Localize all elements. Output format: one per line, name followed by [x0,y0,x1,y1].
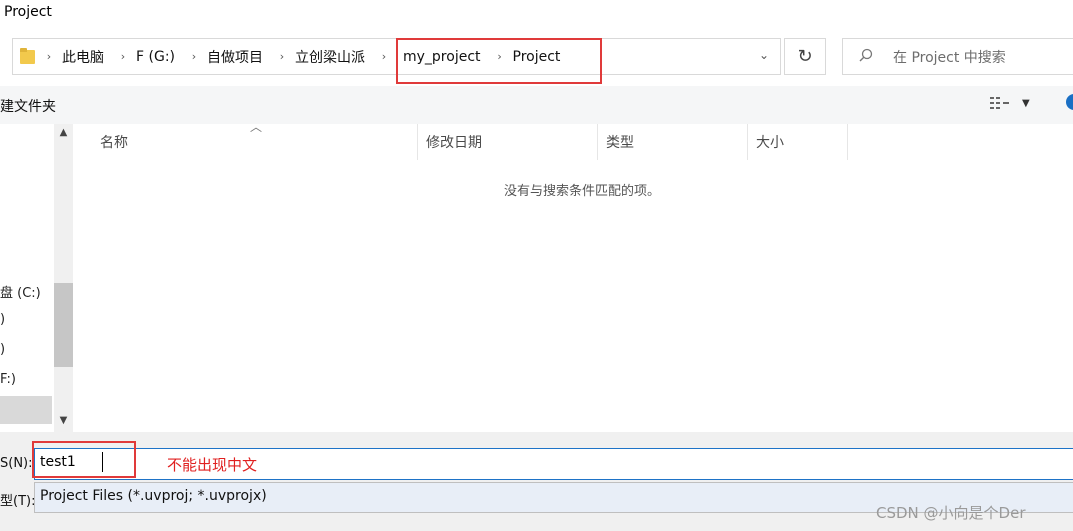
filetype-label: 型(T): [0,494,36,509]
column-type-label: 类型 [606,135,634,151]
column-size-label: 大小 [756,135,784,151]
refresh-button[interactable]: ↻ [784,38,826,75]
watermark: CSDN @小向是个Der [876,504,1026,522]
column-size[interactable]: 大小 [748,124,848,160]
chevron-right-icon[interactable]: › [38,50,60,63]
search-placeholder: 在 Project 中搜索 [893,49,1006,66]
empty-list-message: 没有与搜索条件匹配的项。 [504,184,661,199]
column-date-modified[interactable]: 修改日期 [418,124,598,160]
search-input[interactable]: 在 Project 中搜索 [842,38,1073,75]
filename-label: S(N): [0,456,33,471]
breadcrumb-item[interactable]: 此电脑 [60,47,112,67]
nav-selection [0,396,52,424]
breadcrumb-item[interactable]: F (G:) [134,49,183,65]
folder-icon [20,47,38,66]
highlight-box-path [396,38,602,84]
column-date-label: 修改日期 [426,135,482,151]
filetype-value: Project Files (*.uvproj; *.uvprojx) [40,488,267,504]
chevron-right-icon[interactable]: › [112,50,134,63]
breadcrumb-sep-0: › [38,39,60,74]
chevron-down-icon[interactable]: ▼ [1022,98,1030,109]
breadcrumb-item[interactable]: 自做项目 [205,47,271,67]
scrollbar-thumb[interactable] [54,283,73,367]
scroll-down-icon[interactable]: ▼ [54,415,73,426]
highlight-box-filename [32,441,136,478]
chevron-right-icon[interactable]: › [373,50,395,63]
annotation-note: 不能出现中文 [167,456,258,474]
window-title: Project [4,4,52,20]
chevron-down-icon[interactable]: ⌄ [756,48,772,64]
column-name-label: 名称 [100,135,128,151]
chevron-right-icon[interactable]: › [183,50,205,63]
nav-item-c-drive[interactable]: 盘 (C:) [0,282,41,301]
scroll-up-icon[interactable]: ▲ [54,127,73,138]
nav-item[interactable]: ) [0,342,5,357]
chevron-right-icon[interactable]: › [271,50,293,63]
refresh-icon: ↻ [797,46,813,67]
breadcrumb-item[interactable]: 立创梁山派 [293,47,373,67]
view-options-icon[interactable] [990,96,1012,114]
search-icon [859,48,879,66]
column-type[interactable]: 类型 [598,124,748,160]
nav-scrollbar[interactable] [54,124,73,432]
nav-item[interactable]: ) [0,312,5,327]
new-folder-button[interactable]: 建文件夹 [0,96,56,116]
nav-item-f-drive[interactable]: F:) [0,372,16,387]
toolbar [0,86,1073,124]
column-name[interactable]: 名称 [76,124,418,160]
